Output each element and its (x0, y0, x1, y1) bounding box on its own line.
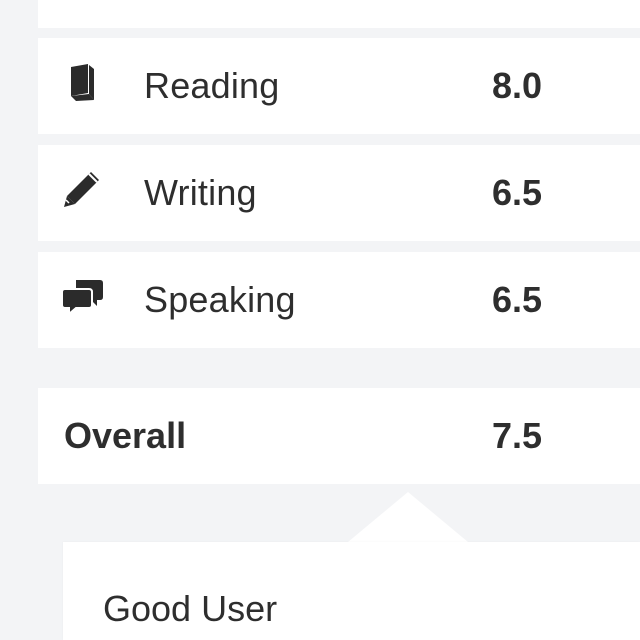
score-label: Writing (144, 172, 257, 213)
score-row-speaking: Speaking 6.5 (38, 252, 640, 348)
score-label: Reading (144, 65, 280, 106)
score-value: 6.5 (492, 172, 543, 213)
speech-bubbles-icon (62, 276, 104, 316)
band-description-card: Good User (63, 542, 640, 640)
results-screen: Reading 8.0 Writing 6.5 Speaking 6.5 Ove… (0, 0, 640, 640)
score-value: 6.5 (492, 279, 543, 320)
pencil-icon (62, 169, 104, 209)
overall-score-value: 7.5 (492, 415, 543, 456)
score-row-reading: Reading 8.0 (38, 38, 640, 134)
overall-score-row: Overall 7.5 (38, 388, 640, 484)
previous-score-card (38, 0, 640, 28)
band-description: Good User (103, 588, 278, 629)
book-icon (62, 62, 104, 102)
score-label: Speaking (144, 279, 296, 320)
score-value: 8.0 (492, 65, 543, 106)
band-card-pointer (348, 492, 468, 542)
overall-label: Overall (64, 415, 187, 456)
score-row-writing: Writing 6.5 (38, 145, 640, 241)
